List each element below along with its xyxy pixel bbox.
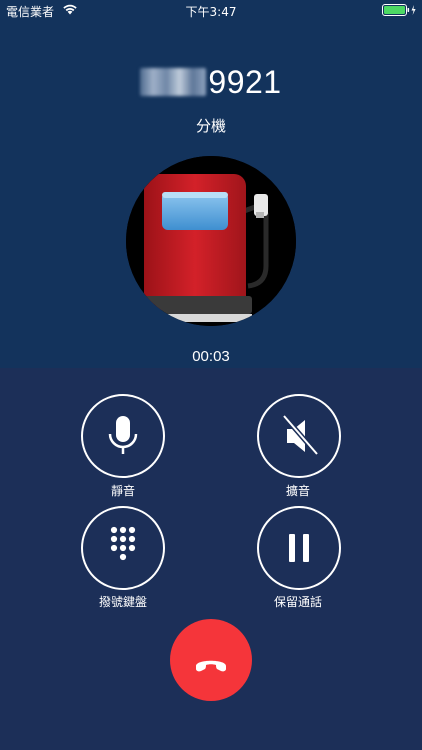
speaker-label: 擴音 (285, 484, 310, 498)
battery-icon (382, 4, 416, 16)
keypad-icon (110, 526, 136, 561)
caller-number: 9921 (0, 64, 422, 101)
status-time: 下午3:47 (185, 5, 237, 19)
microphone-icon (108, 416, 138, 454)
pause-icon (289, 534, 309, 562)
mute-label: 靜音 (110, 484, 135, 498)
end-call-button[interactable] (170, 619, 252, 701)
keypad-label: 撥號鍵盤 (98, 595, 147, 609)
keypad-button[interactable] (81, 506, 165, 590)
redacted-number-blur (140, 68, 207, 96)
mute-button[interactable] (81, 394, 165, 478)
phone-hangup-icon (196, 660, 226, 672)
fuel-pump-icon (126, 156, 296, 326)
hold-label: 保留通話 (273, 595, 322, 609)
call-timer: 00:03 (192, 348, 230, 365)
caller-label: 分機 (195, 117, 226, 135)
caller-number-digits: 9921 (208, 64, 282, 100)
caller-avatar (126, 156, 296, 326)
speaker-muted-icon (282, 414, 319, 456)
hold-button[interactable] (257, 506, 341, 590)
speaker-button[interactable] (257, 394, 341, 478)
status-bar: 電信業者 下午3:47 (0, 0, 422, 20)
